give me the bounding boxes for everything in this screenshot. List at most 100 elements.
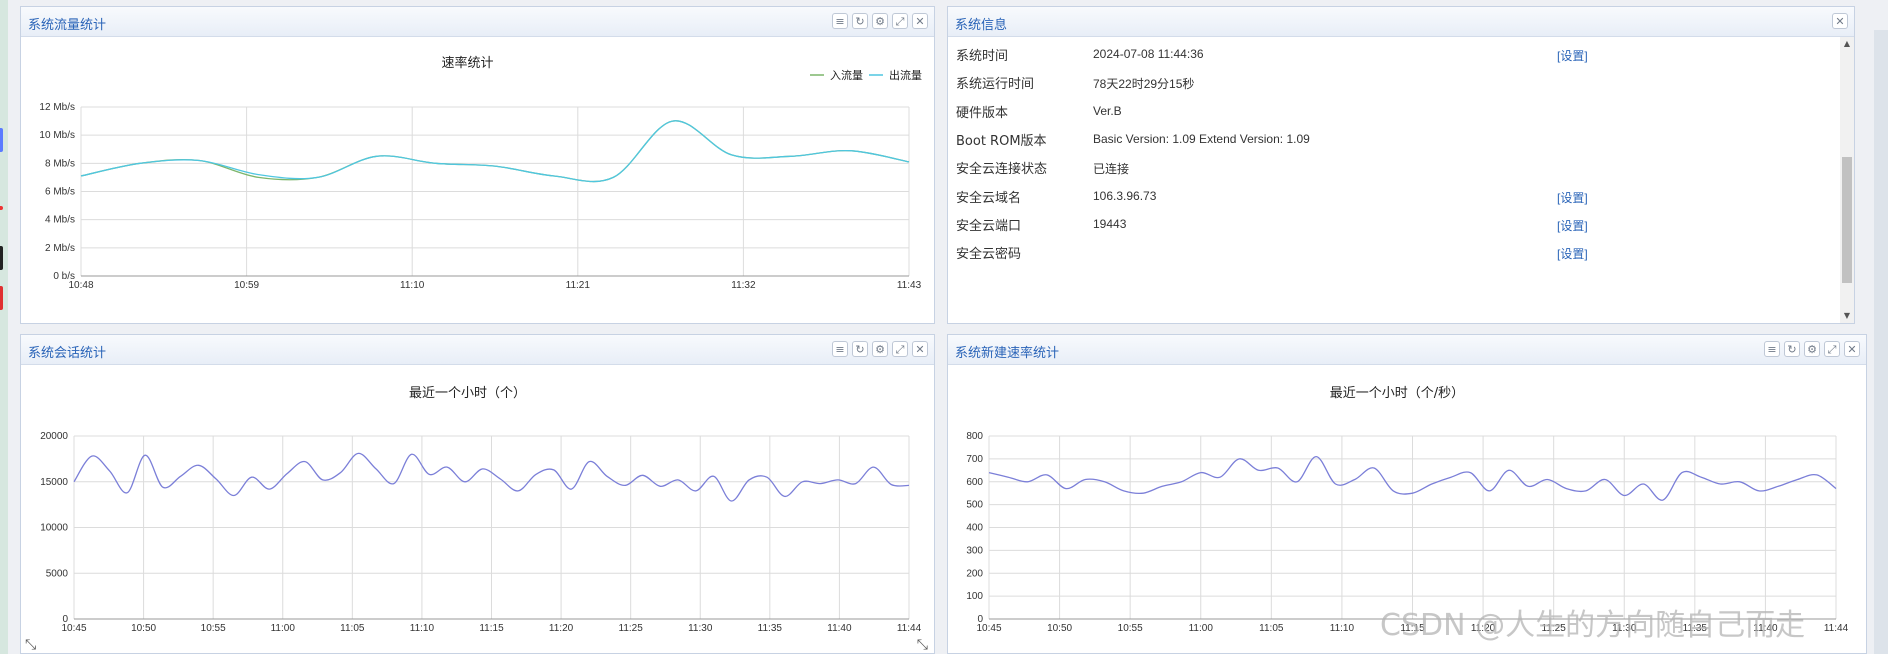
y-tick-label: 15000 <box>40 477 68 488</box>
info-value: 2024-07-08 11:44:36 <box>1093 47 1204 61</box>
expand-icon[interactable]: ⤢ <box>1824 341 1840 357</box>
gear-icon[interactable]: ⚙ <box>872 341 888 357</box>
x-tick-label: 10:55 <box>201 623 226 634</box>
x-tick-label: 11:00 <box>271 623 296 634</box>
legend-label: 出流量 <box>889 68 922 82</box>
series-line-0 <box>80 120 910 183</box>
sessions-chart: 最近一个小时（个）0500010000150002000010:45 10:50 1… <box>40 386 922 634</box>
info-value: Ver.B <box>1093 103 1122 118</box>
x-tick-label: 11:00 <box>1189 623 1214 634</box>
scroll-up-icon[interactable]: ▲ <box>1840 37 1854 51</box>
y-tick-label: 600 <box>966 477 983 488</box>
edge-marker-blue <box>0 128 3 152</box>
sysinfo-panel: 系统信息 ✕ 系统时间 2024-07-08 11:44:36 [设置] 系统运行时间… <box>947 6 1855 324</box>
x-tick-label: 10:48 <box>68 280 93 291</box>
left-edge-strip <box>0 0 8 654</box>
expand-icon[interactable]: ⤢ <box>892 13 908 29</box>
info-row: 系统时间 2024-07-08 11:44:36 [设置] <box>956 45 1854 73</box>
gear-icon[interactable]: ⚙ <box>872 13 888 29</box>
sessions-panel-header: 系统会话统计 ≡ ↻ ⚙ ⤢ ✕ <box>21 335 934 365</box>
info-label: 硬件版本 <box>956 105 1009 121</box>
x-tick-label: 11:35 <box>758 623 783 634</box>
refresh-icon[interactable]: ↻ <box>852 13 868 29</box>
info-row: 安全云端口 19443 [设置] <box>956 215 1854 243</box>
info-value: Basic Version: 1.09 Extend Version: 1.09 <box>1093 131 1310 146</box>
list-icon[interactable]: ≡ <box>832 13 848 29</box>
traffic-panel-tools: ≡ ↻ ⚙ ⤢ ✕ <box>832 13 928 29</box>
x-tick-label: 11:30 <box>688 623 713 634</box>
series-line-1 <box>80 120 910 183</box>
traffic-panel: 系统流量统计 ≡ ↻ ⚙ ⤢ ✕ 速率统计 0 b/s 2 Mb/s 4 Mb/s 6 … <box>20 6 935 324</box>
x-tick-label: 11:15 <box>479 623 504 634</box>
info-label: 系统时间 <box>956 49 1009 64</box>
settings-link[interactable]: [设置] <box>1557 245 1588 262</box>
y-tick-label: 4 Mb/s <box>45 215 75 226</box>
sysinfo-panel-title: 系统信息 <box>955 17 1008 32</box>
scroll-thumb[interactable] <box>1842 157 1852 283</box>
settings-link[interactable]: [设置] <box>1557 217 1588 234</box>
info-value: 106.3.96.73 <box>1093 188 1157 203</box>
x-tick-label: 11:05 <box>1259 623 1284 634</box>
info-row: 安全云域名 106.3.96.73 [设置] <box>956 187 1854 215</box>
y-tick-label: 8 Mb/s <box>45 158 75 169</box>
y-tick-label: 200 <box>966 568 983 579</box>
info-row: Boot ROM版本 Basic Version: 1.09 Extend Ver… <box>956 130 1854 158</box>
close-icon[interactable]: ✕ <box>912 13 928 29</box>
x-tick-label: 11:20 <box>549 623 574 634</box>
refresh-icon[interactable]: ↻ <box>852 341 868 357</box>
close-icon[interactable]: ✕ <box>1832 13 1848 29</box>
scroll-down-icon[interactable]: ▼ <box>1840 309 1854 323</box>
y-tick-label: 5000 <box>46 568 69 579</box>
resize-left-icon[interactable]: ⤡ <box>25 637 36 653</box>
x-tick-label: 10:55 <box>1118 623 1143 634</box>
y-tick-label: 700 <box>966 454 983 465</box>
resize-right-icon[interactable]: ⤡ <box>917 637 928 653</box>
gear-icon[interactable]: ⚙ <box>1804 341 1820 357</box>
expand-icon[interactable]: ⤢ <box>892 341 908 357</box>
traffic-panel-header: 系统流量统计 ≡ ↻ ⚙ ⤢ ✕ <box>21 7 934 37</box>
settings-link[interactable]: [设置] <box>1557 189 1588 206</box>
sysinfo-scrollbar[interactable]: ▲ ▼ <box>1840 37 1854 323</box>
info-label: 系统运行时间 <box>956 77 1035 93</box>
sysinfo-body: 系统时间 2024-07-08 11:44:36 [设置] 系统运行时间 78天22时2… <box>948 37 1854 323</box>
newrate-panel-title: 系统新建速率统计 <box>955 345 1060 360</box>
close-icon[interactable]: ✕ <box>912 341 928 357</box>
info-row: 安全云密码 [设置] <box>956 243 1854 271</box>
sessions-panel-title: 系统会话统计 <box>28 345 107 360</box>
x-tick-label: 11:10 <box>410 623 435 634</box>
page-scrollbar[interactable] <box>1874 30 1888 654</box>
sysinfo-panel-header: 系统信息 ✕ <box>948 7 1854 37</box>
chart-title: 最近一个小时（个） <box>409 386 526 401</box>
legend-label: 入流量 <box>830 68 863 82</box>
x-tick-label: 11:44 <box>897 623 922 634</box>
y-tick-label: 500 <box>966 500 983 511</box>
x-tick-label: 10:50 <box>131 623 156 634</box>
info-row: 安全云连接状态 已连接 <box>956 158 1854 186</box>
info-label: 安全云连接状态 <box>956 162 1048 178</box>
y-tick-label: 6 Mb/s <box>45 187 75 198</box>
x-tick-label: 10:45 <box>61 623 86 634</box>
refresh-icon[interactable]: ↻ <box>1784 341 1800 357</box>
traffic-panel-title: 系统流量统计 <box>28 17 107 32</box>
newrate-panel-tools: ≡ ↻ ⚙ ⤢ ✕ <box>1764 341 1860 357</box>
list-icon[interactable]: ≡ <box>1764 341 1780 357</box>
list-icon[interactable]: ≡ <box>832 341 848 357</box>
sessions-panel: 系统会话统计 ≡ ↻ ⚙ ⤢ ✕ 最近一个小时（个） 0 5000 10000 1500… <box>20 334 935 654</box>
settings-link[interactable]: [设置] <box>1557 47 1588 64</box>
sysinfo-panel-tools: ✕ <box>1832 13 1848 29</box>
info-row: 硬件版本 Ver.B <box>956 102 1854 130</box>
info-value: 已连接 <box>1093 162 1130 177</box>
x-tick-label: 11:25 <box>619 623 644 634</box>
traffic-chart-area: 速率统计 0 b/s 2 Mb/s 4 Mb/s 6 Mb/s 8 Mb/s 10 Mb/s… <box>21 37 934 323</box>
y-tick-label: 300 <box>966 545 983 556</box>
info-value: 78天22时29分15秒 <box>1093 77 1195 92</box>
y-tick-label: 10 Mb/s <box>39 130 75 141</box>
y-tick-label: 400 <box>966 523 983 534</box>
x-tick-label: 10:45 <box>976 623 1001 634</box>
sessions-panel-tools: ≡ ↻ ⚙ ⤢ ✕ <box>832 341 928 357</box>
edge-marker-red <box>0 206 3 210</box>
close-icon[interactable]: ✕ <box>1844 341 1860 357</box>
y-tick-label: 12 Mb/s <box>39 102 75 113</box>
x-tick-label: 11:43 <box>897 280 922 291</box>
info-label: 安全云密码 <box>956 247 1022 263</box>
